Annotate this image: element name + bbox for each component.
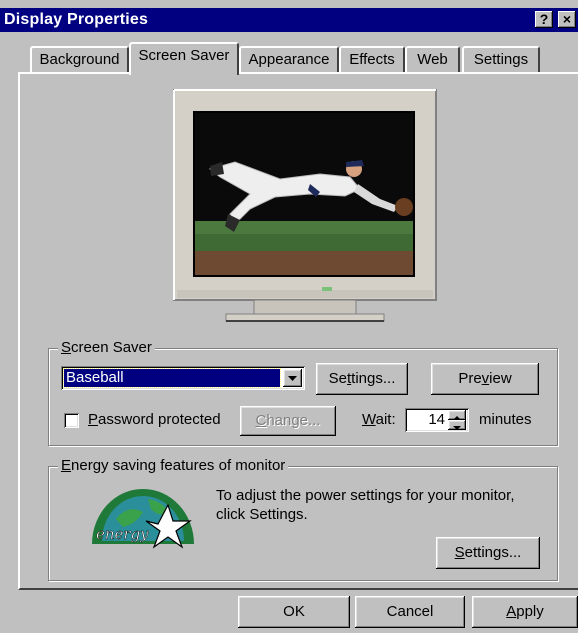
chevron-down-icon	[288, 376, 297, 381]
wait-value[interactable]: 14	[405, 411, 445, 428]
energy-star-logo: energy	[88, 479, 198, 549]
tab-background[interactable]: Background	[30, 46, 129, 72]
title-bar[interactable]: Display Properties ? ×	[0, 8, 578, 32]
energy-logo-text: energy	[96, 525, 149, 543]
tab-panel: Screen Saver Baseball Settings... Previe…	[18, 72, 578, 590]
monitor-preview	[20, 74, 578, 354]
cancel-button[interactable]: Cancel	[355, 596, 465, 628]
energy-legend: Energy saving features of monitor	[58, 458, 289, 474]
dropdown-button[interactable]	[283, 369, 302, 387]
ok-button[interactable]: OK	[238, 596, 350, 628]
tab-settings[interactable]: Settings	[462, 46, 540, 72]
tab-appearance[interactable]: Appearance	[239, 46, 339, 72]
tab-screen-saver[interactable]: Screen Saver	[129, 42, 239, 75]
change-password-button[interactable]: Change...	[240, 406, 336, 436]
energy-description: To adjust the power settings for your mo…	[216, 486, 514, 524]
spin-up-button[interactable]	[448, 410, 466, 420]
spin-down-button[interactable]	[448, 420, 466, 430]
screen-saver-selected-value: Baseball	[63, 368, 281, 388]
energy-description-line1: To adjust the power settings for your mo…	[216, 487, 515, 504]
password-checkbox[interactable]	[64, 413, 79, 428]
arrow-down-icon	[453, 426, 461, 430]
tab-effects[interactable]: Effects	[339, 46, 405, 72]
preview-button[interactable]: Preview	[431, 363, 539, 395]
screen-saver-select[interactable]: Baseball	[61, 366, 305, 390]
tab-web[interactable]: Web	[405, 46, 460, 72]
apply-button[interactable]: Apply	[472, 596, 578, 628]
password-protected-label[interactable]: Password protected	[88, 411, 221, 428]
monitor-icon	[173, 89, 437, 322]
wait-label: Wait:	[362, 411, 396, 428]
help-button[interactable]: ?	[535, 11, 553, 28]
close-button[interactable]: ×	[558, 11, 576, 28]
energy-description-line2: click Settings.	[216, 506, 308, 523]
energy-star-icon: energy	[92, 489, 194, 549]
wait-minutes-stepper[interactable]: 14	[405, 408, 469, 432]
minutes-label: minutes	[479, 411, 532, 428]
energy-settings-button[interactable]: Settings...	[436, 537, 540, 569]
screen-saver-legend: Screen Saver	[58, 340, 155, 356]
screen-saver-settings-button[interactable]: Settings...	[316, 363, 408, 395]
window-title: Display Properties	[4, 11, 149, 28]
display-properties-window: Display Properties ? × Background Screen…	[0, 0, 578, 633]
